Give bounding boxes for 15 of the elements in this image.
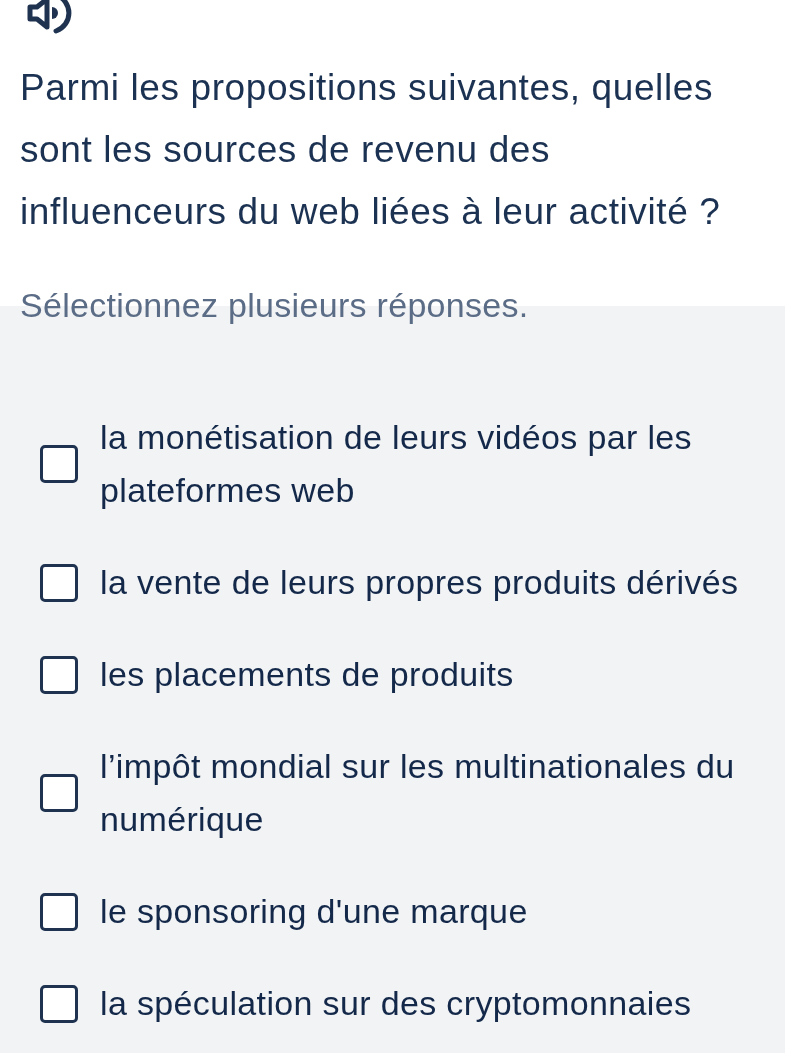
checkbox[interactable]: [40, 774, 78, 812]
instruction-text: Sélectionnez plusieurs réponses.: [20, 285, 529, 325]
checkbox[interactable]: [40, 655, 78, 694]
option-label[interactable]: la monétisation de leurs vidéos par les plateformes web: [100, 411, 777, 517]
option-label[interactable]: la vente de leurs propres produits dérivés: [100, 556, 739, 609]
option-label[interactable]: les placements de produits: [100, 648, 514, 701]
checkbox[interactable]: [40, 445, 78, 483]
checkbox[interactable]: [40, 892, 78, 931]
checkbox[interactable]: [40, 984, 78, 1023]
option-label[interactable]: l’impôt mondial sur les multinationales du numérique: [100, 740, 777, 846]
option-label[interactable]: le sponsoring d'une marque: [100, 885, 528, 938]
speaker-icon[interactable]: [27, 0, 73, 35]
checkbox[interactable]: [40, 563, 78, 602]
question-text: Parmi les propositions suivantes, quelles sont les sources de revenu des influenceurs du web liées à leur activité ?: [20, 66, 722, 234]
option-label[interactable]: la spéculation sur des cryptomonnaies: [100, 977, 692, 1030]
